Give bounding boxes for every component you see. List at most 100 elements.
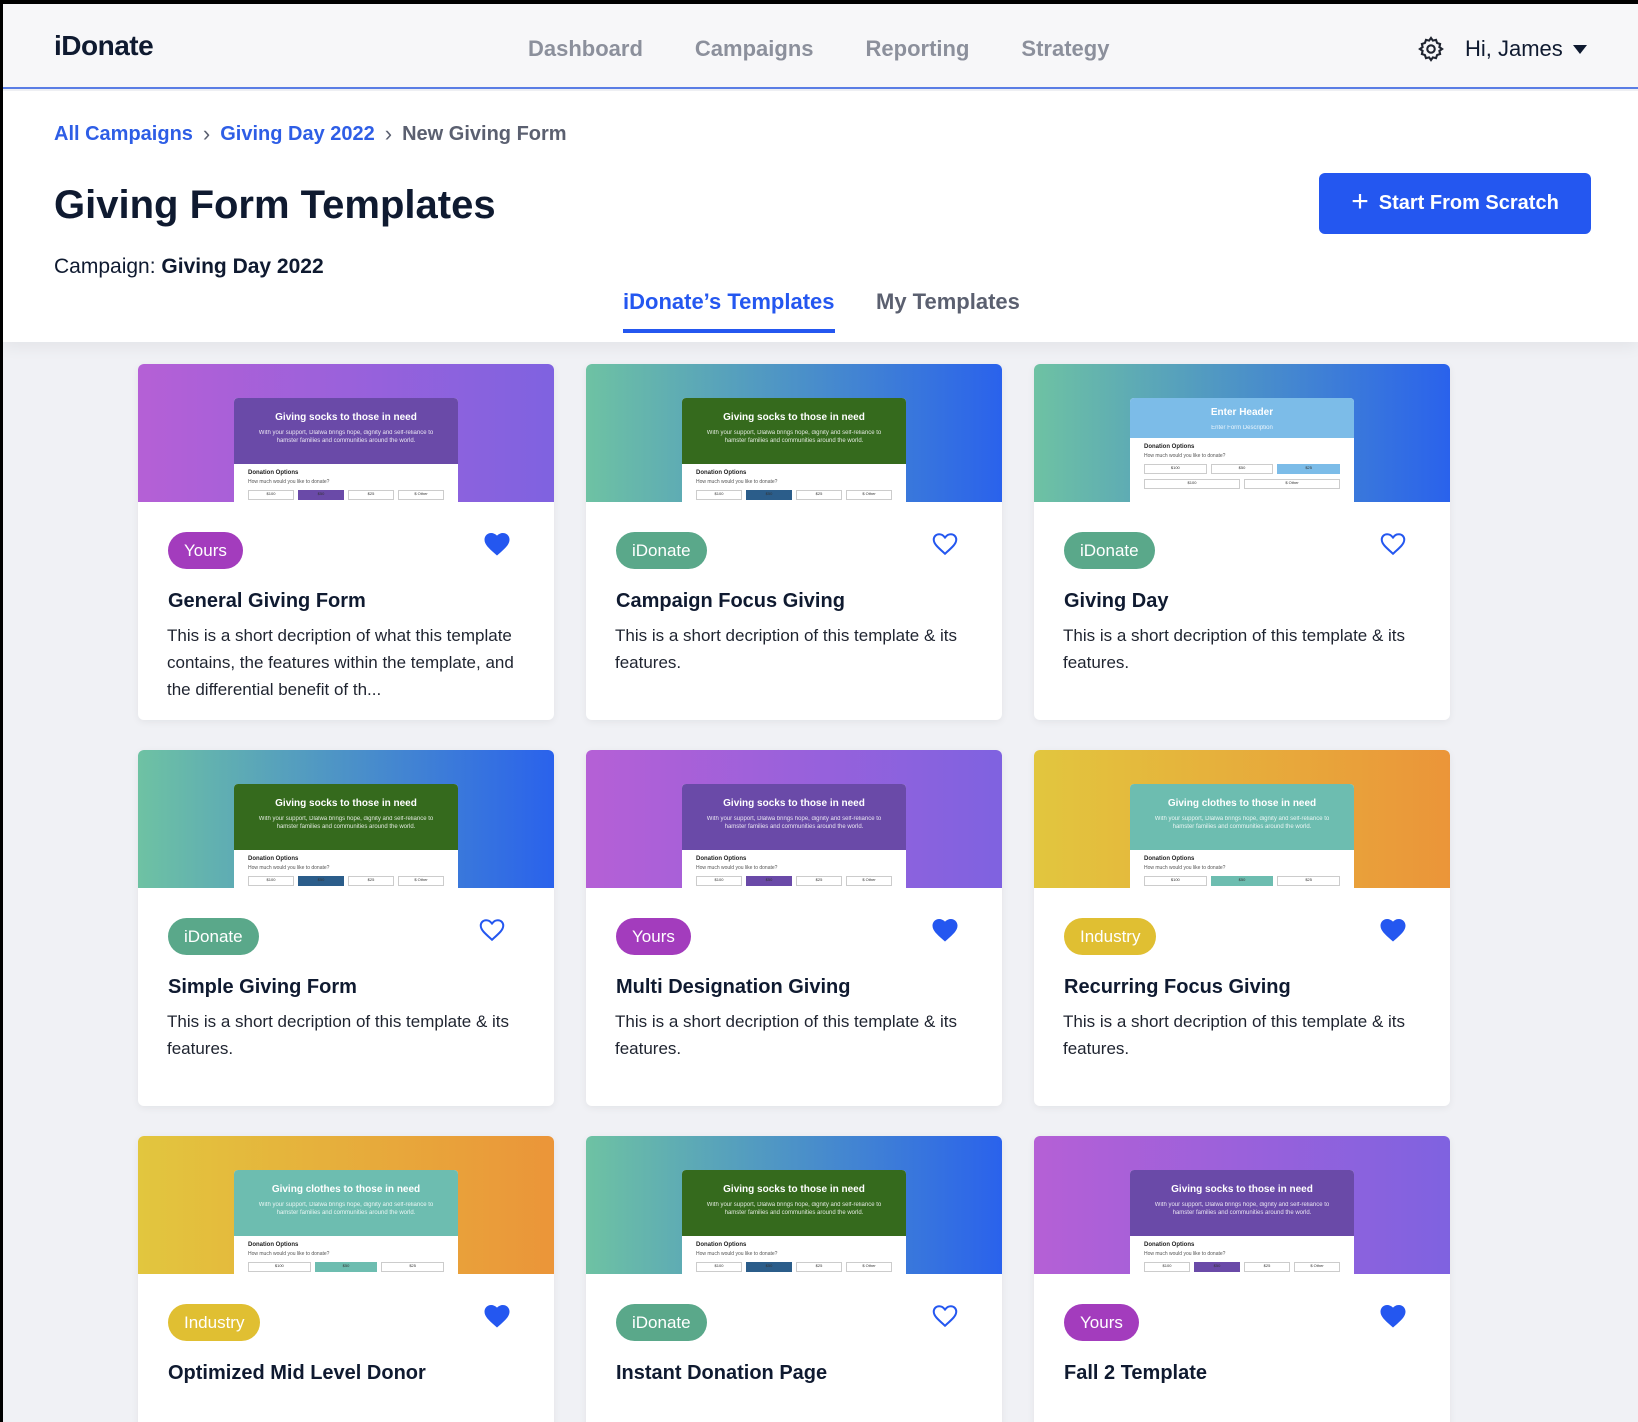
heart-filled-icon[interactable] — [482, 1301, 512, 1329]
campaign-line: Campaign: Giving Day 2022 — [54, 255, 324, 279]
preview-question: How much would you like to donate? — [1144, 865, 1226, 871]
preview-title: Giving socks to those in need — [723, 412, 865, 423]
preview-title: Giving socks to those in need — [1171, 1184, 1313, 1195]
tab-my-templates[interactable]: My Templates — [876, 289, 1020, 329]
idonate-logo[interactable]: iDonate — [54, 30, 154, 62]
preview-question: How much would you like to donate? — [1144, 453, 1226, 459]
template-card[interactable]: Giving socks to those in need With your … — [138, 364, 554, 720]
card-title: Fall 2 Template — [1064, 1362, 1208, 1384]
preview-subtitle: With your support, Dlalwa brings hope, d… — [706, 1202, 882, 1216]
preview-amount: $25 — [796, 876, 842, 886]
breadcrumb-current: New Giving Form — [402, 122, 567, 145]
preview-subtitle: With your support, Dlalwa brings hope, d… — [1154, 1202, 1330, 1216]
preview-question: How much would you like to donate? — [696, 865, 778, 871]
preview-title: Giving socks to those in need — [723, 1184, 865, 1195]
start-from-scratch-label: Start From Scratch — [1378, 192, 1559, 214]
template-preview: Giving socks to those in need With your … — [586, 750, 1002, 888]
gear-icon[interactable] — [1417, 35, 1445, 63]
card-badge: iDonate — [616, 532, 707, 569]
form-preview: Giving socks to those in need With your … — [682, 1170, 906, 1274]
preview-options-label: Donation Options — [1144, 444, 1195, 450]
preview-amount: $ Other — [398, 876, 444, 886]
preview-amount: $50 — [746, 1262, 792, 1272]
template-card[interactable]: Enter Header Enter Form Description Dona… — [1034, 364, 1450, 720]
card-description: This is a short decription of this templ… — [167, 1012, 510, 1058]
template-card[interactable]: Giving socks to those in need With your … — [586, 1136, 1002, 1422]
chevron-right-icon: › — [202, 121, 211, 146]
user-greeting: Hi, James — [1465, 36, 1563, 61]
tab-idonate-templates[interactable]: iDonate’s Templates — [623, 289, 835, 333]
preview-amount: $25 — [348, 490, 394, 500]
preview-subtitle: With your support, Dlalwa brings hope, d… — [258, 430, 434, 444]
preview-amount: $100 — [696, 490, 742, 500]
preview-subtitle: With your support, Dlalwa brings hope, d… — [258, 816, 434, 830]
preview-options-label: Donation Options — [248, 856, 299, 862]
card-description: This is a short decription of this templ… — [615, 1012, 958, 1058]
preview-amount: $25 — [1277, 464, 1341, 474]
form-preview: Giving socks to those in need With your … — [234, 784, 458, 888]
campaign-label: Campaign: — [54, 255, 156, 278]
nav-reporting[interactable]: Reporting — [866, 36, 970, 62]
preview-title: Giving clothes to those in need — [271, 1184, 421, 1195]
nav-dashboard[interactable]: Dashboard — [528, 36, 643, 62]
card-badge: Yours — [1064, 1304, 1139, 1341]
caret-down-icon — [1572, 44, 1587, 54]
preview-amount: $25 — [381, 1262, 445, 1272]
card-title: Campaign Focus Giving — [616, 590, 845, 612]
form-preview: Giving socks to those in need With your … — [234, 398, 458, 502]
preview-amount: $100 — [1144, 464, 1207, 474]
template-card[interactable]: Giving clothes to those in need With you… — [1034, 750, 1450, 1106]
heart-filled-icon[interactable] — [1378, 1301, 1408, 1329]
preview-subtitle: Enter Form Description — [1211, 425, 1273, 431]
form-preview: Giving socks to those in need With your … — [682, 784, 906, 888]
user-menu[interactable]: Hi, James — [1465, 36, 1587, 62]
breadcrumb-all-campaigns[interactable]: All Campaigns — [54, 123, 193, 146]
preview-options-label: Donation Options — [1144, 856, 1195, 862]
template-card[interactable]: Giving socks to those in need With your … — [586, 750, 1002, 1106]
page-header: All Campaigns › Giving Day 2022 › New Gi… — [3, 91, 1638, 342]
form-preview: Giving clothes to those in need With you… — [1130, 784, 1354, 888]
form-preview: Giving clothes to those in need With you… — [234, 1170, 458, 1274]
preview-amount: $25 — [796, 1262, 842, 1272]
preview-subtitle: With your support, Dlalwa brings hope, d… — [706, 430, 882, 444]
heart-filled-icon[interactable] — [930, 915, 960, 943]
form-preview: Giving socks to those in need With your … — [1130, 1170, 1354, 1274]
heart-outline-icon[interactable] — [930, 1301, 960, 1329]
preview-amount: $25 — [796, 490, 842, 500]
start-from-scratch-button[interactable]: + Start From Scratch — [1319, 173, 1591, 234]
template-card[interactable]: Giving socks to those in need With your … — [1034, 1136, 1450, 1422]
heart-outline-icon[interactable] — [1378, 529, 1408, 557]
preview-amount: $ Other — [398, 490, 444, 500]
preview-amount: $100 — [1144, 876, 1207, 886]
heart-outline-icon[interactable] — [477, 915, 507, 943]
card-badge: Yours — [168, 532, 243, 569]
heart-filled-icon[interactable] — [1378, 915, 1408, 943]
template-card[interactable]: Giving socks to those in need With your … — [586, 364, 1002, 720]
heart-filled-icon[interactable] — [482, 529, 512, 557]
template-card[interactable]: Giving socks to those in need With your … — [138, 750, 554, 1106]
heart-outline-icon[interactable] — [930, 529, 960, 557]
preview-title: Enter Header — [1210, 407, 1274, 418]
breadcrumb-campaign[interactable]: Giving Day 2022 — [220, 123, 375, 146]
preview-amount: $50 — [1194, 1262, 1240, 1272]
card-badge: Industry — [1064, 918, 1157, 955]
preview-question: How much would you like to donate? — [1144, 1251, 1226, 1257]
preview-amount: $50 — [298, 490, 344, 500]
preview-options-label: Donation Options — [248, 1242, 299, 1248]
card-title: Optimized Mid Level Donor — [168, 1362, 426, 1384]
template-preview: Giving socks to those in need With your … — [138, 364, 554, 502]
nav-strategy[interactable]: Strategy — [1021, 36, 1109, 62]
template-preview: Giving socks to those in need With your … — [586, 364, 1002, 502]
template-preview: Giving clothes to those in need With you… — [1034, 750, 1450, 888]
nav-campaigns[interactable]: Campaigns — [695, 36, 814, 62]
template-card[interactable]: Giving clothes to those in need With you… — [138, 1136, 554, 1422]
preview-question: How much would you like to donate? — [696, 1251, 778, 1257]
preview-amount: $ Other — [1244, 479, 1340, 489]
template-preview: Giving socks to those in need With your … — [586, 1136, 1002, 1274]
preview-title: Giving socks to those in need — [723, 798, 865, 809]
preview-amount: $50 — [298, 876, 344, 886]
template-tabs: iDonate’s Templates My Templates — [3, 289, 1638, 342]
preview-amount: $50 — [1210, 464, 1274, 474]
preview-amount: $100 — [1144, 479, 1240, 489]
preview-options-label: Donation Options — [696, 1242, 747, 1248]
